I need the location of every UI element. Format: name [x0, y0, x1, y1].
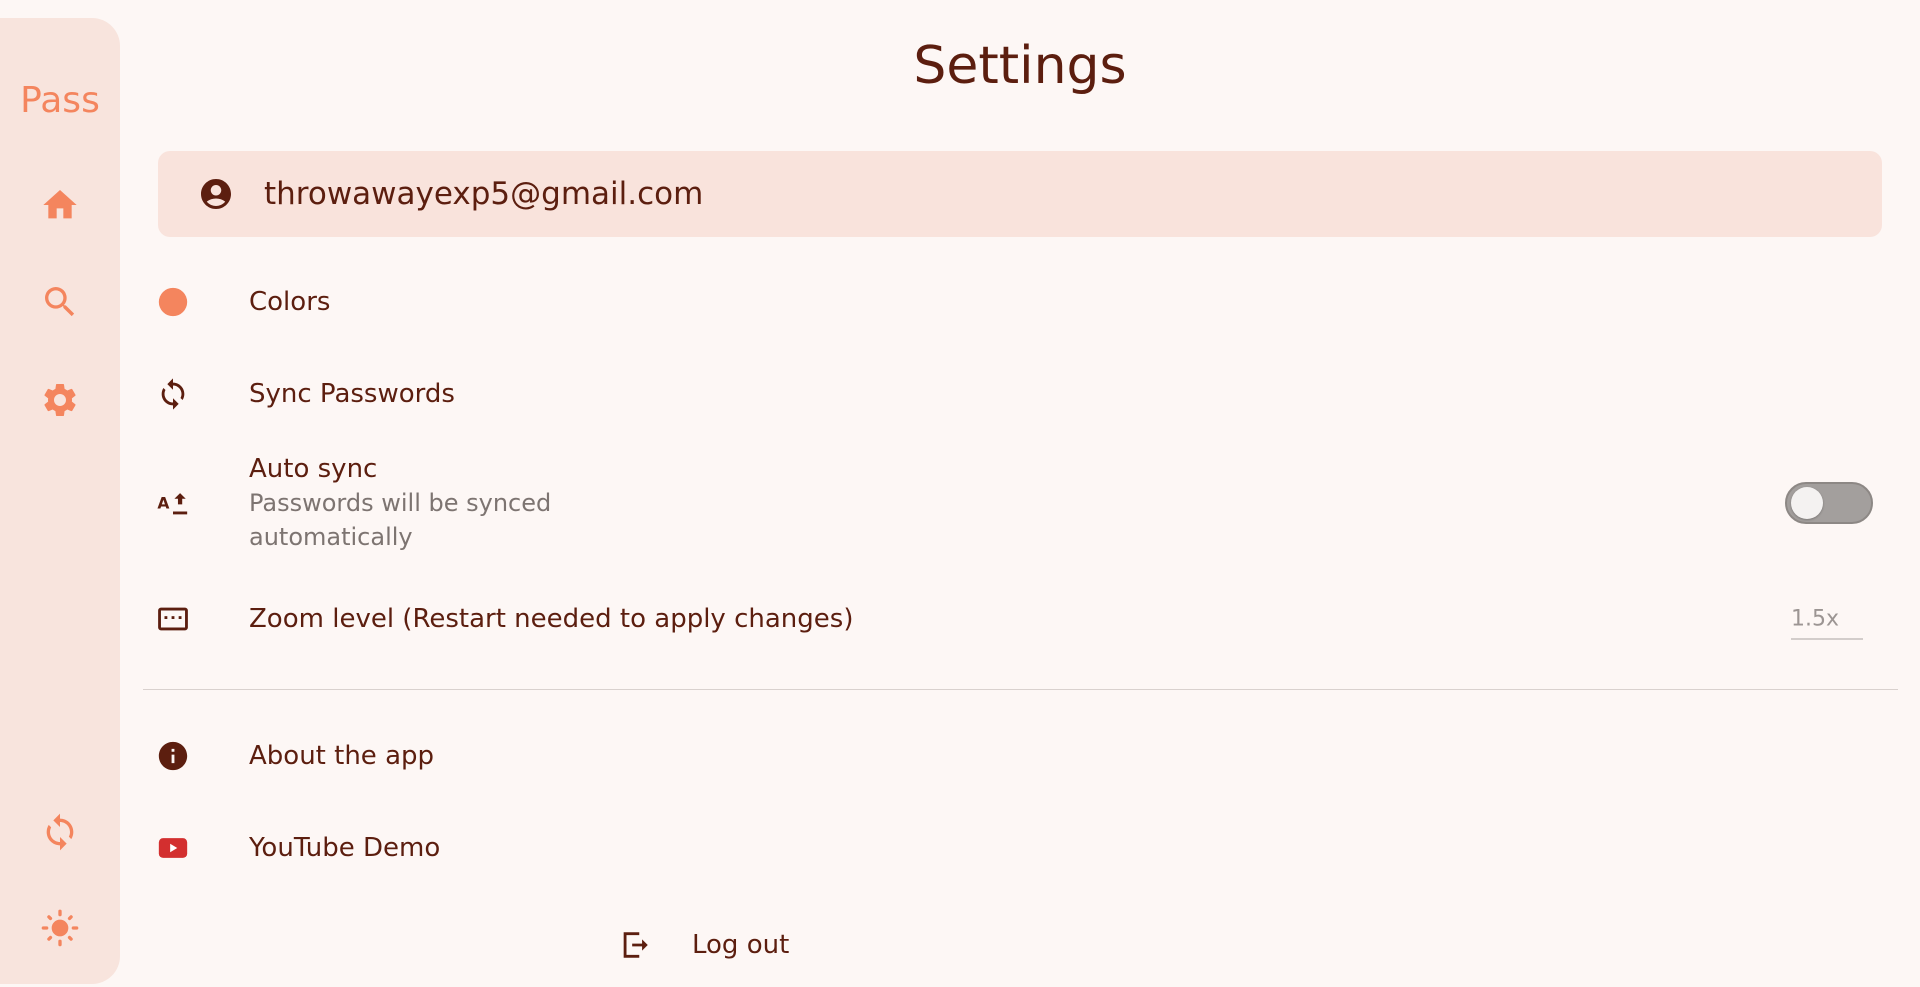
nav-rail: Pass — [0, 18, 120, 984]
account-email: throwawayexp5@gmail.com — [264, 176, 704, 212]
youtube-demo-label: YouTube Demo — [249, 833, 441, 863]
nav-search-button[interactable] — [30, 272, 90, 332]
auto-sync-text: Auto sync Passwords will be synced autom… — [249, 452, 589, 554]
keyboard-icon — [143, 589, 203, 649]
settings-colors-row[interactable]: Colors — [143, 272, 1883, 332]
app-root: Pass Settings throwawayexp5@gmail.com Co… — [0, 0, 1920, 987]
brand-logo-text: Pass — [20, 80, 100, 121]
zoom-level-input[interactable] — [1791, 598, 1863, 640]
upload-text-icon: A — [143, 473, 203, 533]
auto-sync-subtitle: Passwords will be synced automatically — [249, 489, 552, 551]
nav-sync-button[interactable] — [30, 802, 90, 862]
auto-sync-title: Auto sync — [249, 454, 378, 484]
settings-divider — [143, 689, 1898, 690]
about-app-label: About the app — [249, 741, 435, 771]
settings-sync-row[interactable]: Sync Passwords — [143, 364, 1883, 424]
toggle-knob — [1791, 487, 1823, 519]
auto-sync-toggle[interactable] — [1785, 482, 1873, 524]
sync-icon — [46, 813, 74, 851]
nav-settings-button[interactable] — [30, 370, 90, 430]
color-dot-icon — [143, 272, 203, 332]
home-icon — [43, 190, 77, 219]
logout-label: Log out — [692, 930, 790, 960]
nav-theme-button[interactable] — [30, 898, 90, 958]
sync-passwords-label: Sync Passwords — [249, 379, 455, 409]
settings-auto-sync-row[interactable]: A Auto sync Passwords will be synced aut… — [143, 451, 1883, 555]
youtube-icon — [143, 818, 203, 878]
search-icon — [45, 287, 75, 317]
sun-icon — [41, 909, 79, 947]
settings-youtube-row[interactable]: YouTube Demo — [143, 818, 1883, 878]
account-card[interactable]: throwawayexp5@gmail.com — [158, 151, 1882, 237]
account-circle-icon — [201, 179, 231, 209]
nav-home-button[interactable] — [30, 175, 90, 235]
logout-icon — [623, 932, 648, 958]
page-title: Settings — [913, 36, 1127, 96]
info-icon — [143, 726, 203, 786]
colors-label: Colors — [249, 287, 331, 317]
svg-text:A: A — [157, 495, 169, 513]
settings-zoom-row: Zoom level (Restart needed to apply chan… — [143, 589, 1883, 649]
settings-about-row[interactable]: About the app — [143, 726, 1883, 786]
zoom-level-label: Zoom level (Restart needed to apply chan… — [249, 604, 854, 634]
logout-button[interactable]: Log out — [618, 928, 789, 962]
gear-icon — [44, 384, 76, 416]
sync-icon — [143, 364, 203, 424]
